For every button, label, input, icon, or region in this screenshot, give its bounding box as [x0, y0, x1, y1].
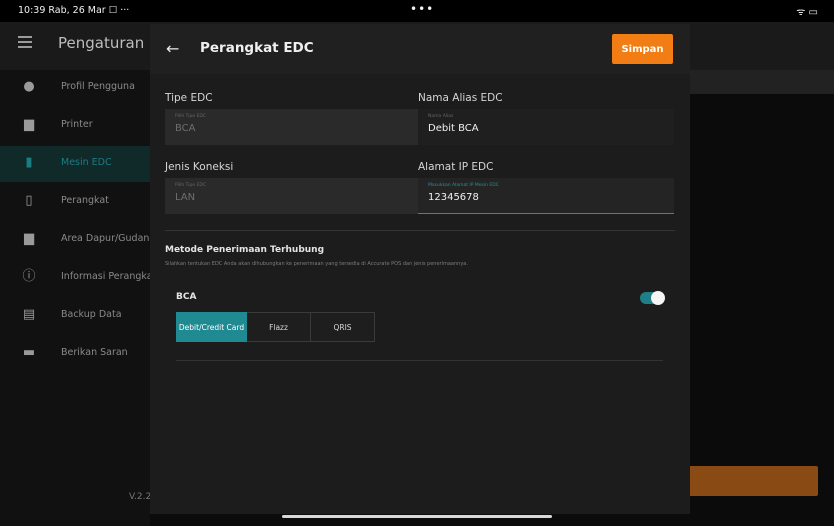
sidebar-item-label: Area Dapur/Gudang — [61, 233, 156, 244]
alias-value: Debit BCA — [428, 123, 479, 134]
backup-icon: ▤ — [22, 307, 36, 322]
save-button[interactable]: Simpan — [612, 34, 673, 64]
sidebar-item-backup[interactable]: ▤ Backup Data — [0, 298, 150, 334]
alias-hint: Nama Alias — [428, 114, 454, 119]
edc-icon: ▮ — [25, 155, 33, 170]
status-time: 10:39 Rab, 26 Mar ☐ ··· — [18, 5, 130, 16]
dialog-header: ← Perangkat EDC Simpan — [150, 24, 690, 74]
sidebar-item-saran[interactable]: ▬ Berikan Saran — [0, 336, 150, 372]
dialog-title: Perangkat EDC — [200, 40, 314, 56]
bank-toggle[interactable] — [640, 291, 665, 305]
ip-label: Alamat IP EDC — [418, 161, 494, 173]
home-indicator[interactable] — [282, 515, 552, 518]
section-description: Silahkan tentukan EDC Anda akan dihubung… — [165, 261, 468, 267]
alias-label: Nama Alias EDC — [418, 92, 503, 104]
tipe-edc-select[interactable]: Pilih Tipe EDC BCA — [165, 109, 421, 145]
ip-input[interactable]: Masukkan Alamat IP Mesin EDC 12345678 — [418, 178, 674, 214]
status-bar: 10:39 Rab, 26 Mar ☐ ··· ••• ᯤ ▭ — [0, 0, 834, 22]
back-arrow-icon[interactable]: ← — [166, 41, 179, 57]
edc-device-dialog: ← Perangkat EDC Simpan Tipe EDC Pilih Ti… — [150, 24, 690, 514]
sidebar-item-informasi[interactable]: ⓘ Informasi Perangkat — [0, 260, 156, 296]
sidebar-item-label: Profil Pengguna — [61, 81, 135, 92]
sidebar-item-area-dapur[interactable]: ▆ Area Dapur/Gudang — [0, 222, 155, 258]
tipe-edc-label: Tipe EDC — [165, 92, 213, 104]
base-save-button[interactable] — [688, 466, 818, 496]
section-divider — [165, 230, 675, 231]
device-icon: ▯ — [25, 193, 33, 208]
sidebar-item-label: Backup Data — [61, 309, 122, 320]
settings-title: Pengaturan — [58, 34, 145, 52]
section-title: Metode Penerimaan Terhubung — [165, 245, 325, 255]
koneksi-select[interactable]: Pilih Tipe EDC LAN — [165, 178, 421, 214]
printer-icon: ▆ — [24, 117, 34, 132]
koneksi-hint: Pilih Tipe EDC — [175, 183, 207, 188]
wifi-battery-icon: ᯤ ▭ — [796, 7, 818, 18]
sidebar-item-label: Mesin EDC — [61, 157, 112, 168]
sidebar-item-profil[interactable]: ● Profil Pengguna — [0, 70, 150, 106]
koneksi-label: Jenis Koneksi — [165, 161, 234, 173]
sidebar-item-perangkat[interactable]: ▯ Perangkat — [0, 184, 150, 220]
koneksi-value: LAN — [175, 192, 196, 203]
multitask-dots[interactable]: ••• — [410, 2, 434, 16]
payment-method-selector: Debit/Credit Card Flazz QRIS — [176, 312, 375, 342]
method-debit-credit-button[interactable]: Debit/Credit Card — [176, 312, 247, 342]
sidebar-item-printer[interactable]: ▆ Printer — [0, 108, 150, 144]
info-icon: ⓘ — [22, 269, 36, 284]
alias-input[interactable]: Nama Alias Debit BCA — [418, 109, 674, 145]
kitchen-printer-icon: ▆ — [24, 231, 34, 246]
sidebar-item-label: Perangkat — [61, 195, 109, 206]
feedback-icon: ▬ — [22, 345, 36, 360]
person-icon: ● — [23, 79, 35, 94]
bank-name: BCA — [176, 292, 197, 302]
toggle-knob — [651, 291, 665, 305]
app-version: V.2.2 — [129, 492, 152, 502]
tipe-edc-hint: Pilih Tipe EDC — [175, 114, 207, 119]
sidebar-item-label: Informasi Perangkat — [61, 271, 157, 282]
hamburger-menu-icon[interactable] — [18, 36, 32, 48]
sidebar-item-mesin-edc[interactable]: ▮ Mesin EDC — [0, 146, 150, 182]
content-header-bar — [690, 70, 834, 94]
tipe-edc-value: BCA — [175, 123, 196, 134]
ip-value: 12345678 — [428, 192, 479, 203]
method-flazz-button[interactable]: Flazz — [247, 312, 311, 342]
settings-sidebar: ● Profil Pengguna ▆ Printer ▮ Mesin EDC … — [0, 70, 156, 526]
method-qris-button[interactable]: QRIS — [311, 312, 375, 342]
bank-divider — [176, 360, 663, 361]
sidebar-item-label: Printer — [61, 119, 93, 130]
sidebar-item-label: Berikan Saran — [61, 347, 128, 358]
ip-hint: Masukkan Alamat IP Mesin EDC — [428, 183, 499, 188]
